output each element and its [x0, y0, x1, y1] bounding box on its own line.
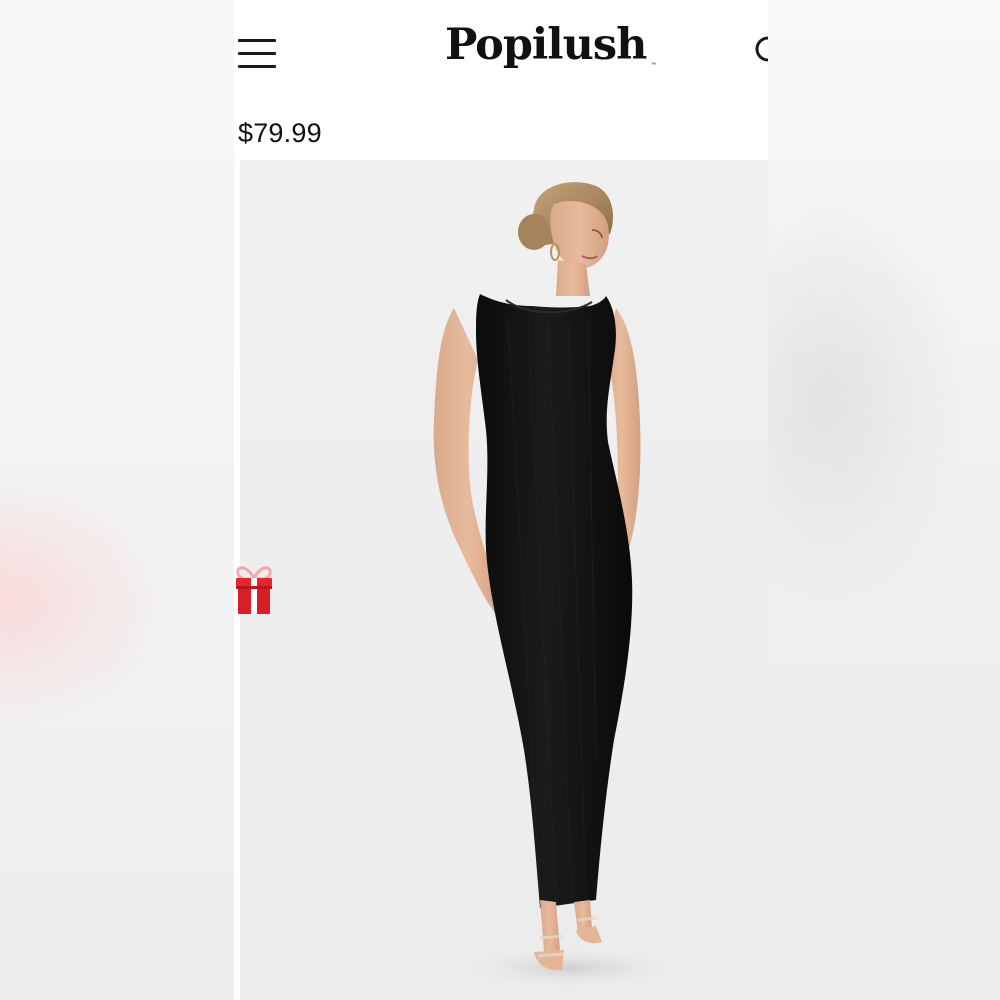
hamburger-menu-icon[interactable]: [238, 36, 276, 70]
product-photo[interactable]: [240, 160, 768, 1000]
screenshot-canvas: Popilush ™ $79.99: [0, 0, 1000, 1000]
search-icon[interactable]: [752, 33, 768, 67]
mobile-product-page: Popilush ™ $79.99: [234, 0, 768, 1000]
gift-icon[interactable]: [234, 560, 274, 618]
site-header: Popilush ™: [234, 0, 768, 104]
trademark-symbol: ™: [651, 62, 656, 68]
brand-logo[interactable]: Popilush: [445, 20, 647, 70]
model-wearing-dress-illustration: [433, 182, 690, 990]
blurred-background-right: [768, 0, 1000, 1000]
blurred-background-left: [0, 0, 234, 1000]
product-price: $79.99: [238, 118, 322, 148]
